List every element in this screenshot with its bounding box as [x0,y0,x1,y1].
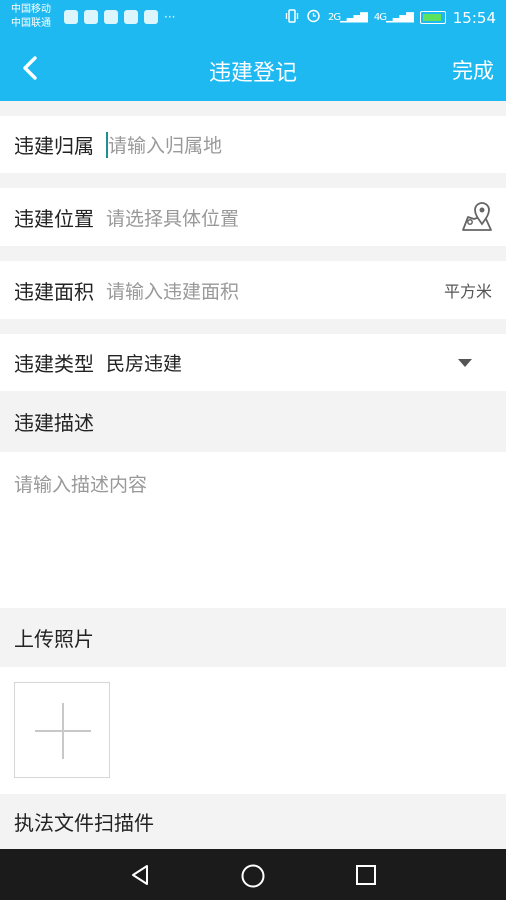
dropdown-arrow-icon[interactable] [458,359,472,367]
signal-2g-icon: 2G▁▃▅▇ [327,12,368,23]
photo-upload-area [0,667,506,794]
network-type-1: 2G [327,12,341,23]
battery-icon [419,11,446,24]
network-type-2: 4G [373,12,387,23]
notification-icons: ··· [64,10,175,24]
add-photo-button[interactable] [14,682,110,778]
nav-recents-icon[interactable] [354,863,378,891]
system-status: 2G▁▃▅▇ 4G▁▃▅▇ 15:54 [285,8,496,27]
signal-4g-icon: 4G▁▃▅▇ [373,12,414,23]
carrier-1: 中国移动 [11,4,51,15]
type-row[interactable]: 违建类型 民房违建 [0,334,506,391]
nav-home-icon[interactable] [240,863,266,893]
scan-label: 执法文件扫描件 [14,811,154,835]
type-select-value[interactable]: 民房违建 [106,349,182,376]
area-row[interactable]: 违建面积 请输入违建面积 平方米 [0,261,506,319]
play-notification-icon [144,10,158,24]
description-placeholder: 请输入描述内容 [14,474,148,496]
ownership-input[interactable]: 请输入归属地 [108,131,222,158]
type-label: 违建类型 [14,352,94,376]
app-notification-icon [64,10,78,24]
location-input[interactable]: 请选择具体位置 [106,204,239,231]
carrier-2: 中国联通 [11,18,51,29]
location-label: 违建位置 [14,206,94,231]
area-label: 违建面积 [14,279,94,304]
description-header: 违建描述 [0,391,506,452]
map-pin-icon[interactable] [460,200,494,234]
area-input[interactable]: 请输入违建面积 [106,277,239,304]
photos-label: 上传照片 [14,627,94,651]
app-bar: 违建登记 完成 [0,36,506,101]
area-unit: 平方米 [443,282,492,301]
photos-header: 上传照片 [0,608,506,667]
app-notification-icon [84,10,98,24]
video-notification-icon [104,10,118,24]
description-label: 违建描述 [14,411,94,435]
ownership-label: 违建归属 [14,134,94,158]
app-notification-icon [124,10,138,24]
status-bar: 中国移动 中国联通 ··· 2G▁▃▅▇ 4G▁▃▅▇ 15:54 [0,0,506,36]
scan-header: 执法文件扫描件 [0,794,506,849]
done-button[interactable]: 完成 [452,55,494,85]
system-navigation-bar [0,849,506,900]
page-title: 违建登记 [208,61,297,86]
nav-back-icon[interactable] [128,863,152,891]
ownership-row[interactable]: 违建归属 请输入归属地 [0,116,506,173]
alarm-icon [306,8,321,27]
vibrate-icon [285,8,299,27]
carrier-info: 中国移动 中国联通 [11,3,51,31]
clock: 15:54 [452,8,496,27]
more-notifications-icon: ··· [164,10,176,24]
description-textarea[interactable]: 请输入描述内容 [0,452,506,608]
location-row[interactable]: 违建位置 请选择具体位置 [0,188,506,246]
